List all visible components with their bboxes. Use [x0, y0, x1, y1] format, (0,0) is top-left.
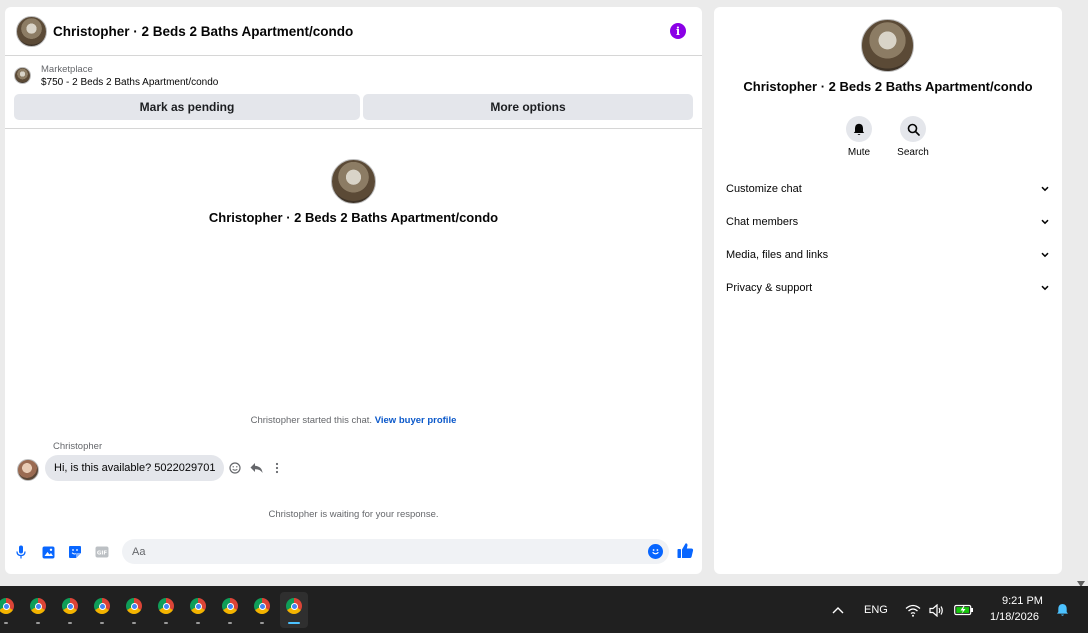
react-icon[interactable] — [228, 461, 242, 475]
taskbar-app-chrome[interactable] — [154, 598, 178, 628]
chat-started-text: Christopher started this chat. — [250, 415, 373, 426]
taskbar-app-chrome[interactable] — [186, 598, 210, 628]
bell-icon — [853, 123, 865, 135]
battery-charging-icon[interactable] — [954, 603, 974, 617]
search-label: Search — [897, 147, 929, 158]
chat-members-row[interactable]: Chat members — [726, 212, 1050, 232]
view-buyer-profile-link[interactable]: View buyer profile — [375, 415, 457, 426]
running-indicator — [132, 622, 136, 624]
wifi-icon[interactable] — [905, 603, 921, 617]
chrome-icon — [0, 598, 14, 614]
show-hidden-icons-icon[interactable] — [830, 603, 846, 617]
info-avatar[interactable] — [861, 19, 914, 72]
taskbar-app-chrome[interactable] — [26, 598, 50, 628]
chrome-icon — [254, 598, 270, 614]
chrome-icon — [286, 598, 302, 614]
running-indicator — [100, 622, 104, 624]
chrome-icon — [94, 598, 110, 614]
mark-as-pending-button[interactable]: Mark as pending — [14, 94, 360, 120]
chat-header: Christopher · 2 Beds 2 Baths Apartment/c… — [5, 7, 702, 56]
running-indicator — [260, 622, 264, 624]
running-indicator — [36, 622, 40, 624]
chrome-icon — [158, 598, 174, 614]
conversation-title[interactable]: Christopher · 2 Beds 2 Baths Apartment/c… — [53, 24, 353, 39]
chat-panel: Christopher · 2 Beds 2 Baths Apartment/c… — [5, 7, 702, 574]
listing-source: Marketplace — [41, 64, 93, 75]
chevron-down-icon — [1040, 184, 1050, 194]
clock-date[interactable]: 1/18/2026 — [990, 611, 1039, 623]
running-indicator — [288, 622, 300, 624]
chrome-icon — [30, 598, 46, 614]
mute-label: Mute — [847, 147, 871, 158]
emoji-icon[interactable] — [648, 544, 663, 559]
running-indicator — [68, 622, 72, 624]
chevron-down-icon — [1040, 250, 1050, 260]
chat-started-notice: Christopher started this chat. View buye… — [5, 415, 702, 426]
running-indicator — [4, 622, 8, 624]
running-indicator — [164, 622, 168, 624]
thread-avatar[interactable] — [331, 159, 376, 204]
taskbar-app-chrome[interactable] — [122, 598, 146, 628]
running-indicator — [196, 622, 200, 624]
message-input[interactable] — [122, 539, 669, 564]
listing-thumbnail[interactable] — [14, 67, 31, 84]
privacy-support-row[interactable]: Privacy & support — [726, 278, 1050, 298]
search-icon — [907, 123, 920, 136]
message-bubble[interactable]: Hi, is this available? 5022029701 — [45, 455, 225, 481]
taskbar: ENG 9:21 PM 1/18/2026 — [0, 586, 1088, 633]
svg-text:GIF: GIF — [97, 551, 108, 557]
taskbar-app-chrome[interactable] — [90, 598, 114, 628]
more-options-button[interactable]: More options — [363, 94, 693, 120]
chrome-icon — [222, 598, 238, 614]
more-actions-icon[interactable] — [270, 461, 284, 475]
conversation-info-panel: Christopher · 2 Beds 2 Baths Apartment/c… — [714, 7, 1062, 574]
chrome-icon — [190, 598, 206, 614]
notification-bell-icon[interactable] — [1054, 603, 1070, 617]
chevron-down-icon — [1040, 283, 1050, 293]
scroll-down-arrow[interactable] — [1076, 575, 1086, 587]
row-label: Privacy & support — [726, 282, 813, 294]
waiting-response-notice: Christopher is waiting for your response… — [268, 509, 439, 520]
photo-icon[interactable] — [41, 545, 55, 559]
chrome-icon — [62, 598, 78, 614]
microphone-icon[interactable] — [14, 545, 28, 559]
taskbar-app-chrome-active[interactable] — [280, 592, 308, 628]
message-sender-name: Christopher — [53, 441, 103, 452]
listing-price[interactable]: $750 - 2 Beds 2 Baths Apartment/condo — [41, 77, 218, 88]
taskbar-app-chrome[interactable] — [0, 598, 18, 628]
like-icon[interactable] — [677, 542, 694, 559]
conversation-avatar[interactable] — [16, 16, 47, 47]
row-label: Chat members — [726, 216, 799, 228]
marketplace-listing-bar: Marketplace $750 - 2 Beds 2 Baths Apartm… — [5, 57, 702, 129]
chrome-icon — [126, 598, 142, 614]
taskbar-app-chrome[interactable] — [218, 598, 242, 628]
gif-icon[interactable]: GIF — [95, 545, 109, 559]
language-indicator[interactable]: ENG — [864, 604, 888, 616]
customize-chat-row[interactable]: Customize chat — [726, 179, 1050, 199]
info-title: Christopher · 2 Beds 2 Baths Apartment/c… — [743, 79, 1033, 94]
sender-avatar[interactable] — [17, 459, 39, 481]
info-icon[interactable]: i — [670, 23, 686, 39]
reply-icon[interactable] — [249, 461, 263, 475]
search-button[interactable] — [900, 116, 926, 142]
row-label: Customize chat — [726, 183, 802, 195]
clock-time[interactable]: 9:21 PM — [1002, 595, 1043, 607]
mute-button[interactable] — [846, 116, 872, 142]
row-label: Media, files and links — [726, 249, 829, 261]
chevron-down-icon — [1040, 217, 1050, 227]
sticker-icon[interactable] — [68, 545, 82, 559]
running-indicator — [228, 622, 232, 624]
taskbar-app-chrome[interactable] — [58, 598, 82, 628]
volume-icon[interactable] — [928, 603, 944, 617]
taskbar-app-chrome[interactable] — [250, 598, 274, 628]
media-files-links-row[interactable]: Media, files and links — [726, 245, 1050, 265]
message-text: Hi, is this available? 5022029701 — [54, 462, 216, 474]
thread-title: Christopher · 2 Beds 2 Baths Apartment/c… — [208, 210, 499, 225]
